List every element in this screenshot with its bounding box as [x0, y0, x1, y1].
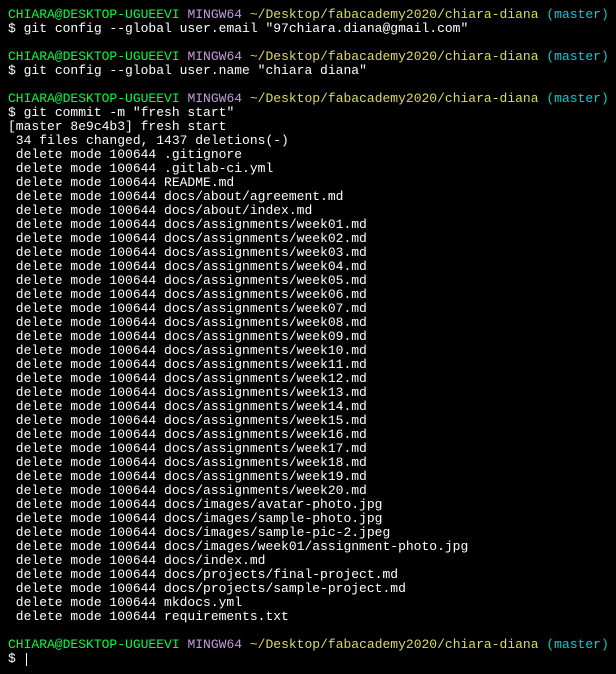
delete-mode-line: delete mode 100644 docs/assignments/week… [8, 218, 608, 232]
commit-result: [master 8e9c4b3] fresh start [8, 120, 608, 134]
delete-mode-line: delete mode 100644 .gitignore [8, 148, 608, 162]
command-text: git config --global user.email "97chiara… [24, 21, 469, 36]
delete-mode-line: delete mode 100644 docs/assignments/week… [8, 386, 608, 400]
delete-mode-line: delete mode 100644 docs/assignments/week… [8, 260, 608, 274]
command-line-3[interactable]: $ git commit -m "fresh start" [8, 106, 608, 120]
command-line-1[interactable]: $ git config --global user.email "97chia… [8, 22, 608, 36]
delete-mode-line: delete mode 100644 docs/assignments/week… [8, 316, 608, 330]
terminal-output: CHIARA@DESKTOP-UGUEEVI MINGW64 ~/Desktop… [8, 8, 608, 666]
command-line-2[interactable]: $ git config --global user.name "chiara … [8, 64, 608, 78]
delete-mode-line: delete mode 100644 docs/assignments/week… [8, 456, 608, 470]
delete-mode-line: delete mode 100644 docs/assignments/week… [8, 358, 608, 372]
commit-summary: 34 files changed, 1437 deletions(-) [8, 134, 608, 148]
delete-mode-line: delete mode 100644 docs/projects/sample-… [8, 582, 608, 596]
delete-mode-line: delete mode 100644 requirements.txt [8, 610, 608, 624]
prompt-line-4: CHIARA@DESKTOP-UGUEEVI MINGW64 ~/Desktop… [8, 638, 608, 652]
delete-mode-line: delete mode 100644 docs/assignments/week… [8, 484, 608, 498]
delete-mode-line: delete mode 100644 docs/images/sample-pi… [8, 526, 608, 540]
delete-mode-line: delete mode 100644 docs/assignments/week… [8, 470, 608, 484]
delete-mode-line: delete mode 100644 docs/assignments/week… [8, 372, 608, 386]
prompt-line-3: CHIARA@DESKTOP-UGUEEVI MINGW64 ~/Desktop… [8, 92, 608, 106]
command-line-active[interactable]: $ [8, 652, 608, 666]
delete-mode-line: delete mode 100644 docs/images/week01/as… [8, 540, 608, 554]
delete-mode-line: delete mode 100644 docs/projects/final-p… [8, 568, 608, 582]
delete-mode-line: delete mode 100644 docs/assignments/week… [8, 428, 608, 442]
delete-mode-line: delete mode 100644 README.md [8, 176, 608, 190]
delete-mode-line: delete mode 100644 docs/assignments/week… [8, 274, 608, 288]
delete-mode-line: delete mode 100644 docs/index.md [8, 554, 608, 568]
prompt-branch: master [554, 7, 601, 22]
blank-line [8, 624, 608, 638]
delete-mode-line: delete mode 100644 docs/assignments/week… [8, 330, 608, 344]
delete-mode-line: delete mode 100644 docs/about/agreement.… [8, 190, 608, 204]
blank-line [8, 36, 608, 50]
delete-mode-line: delete mode 100644 docs/assignments/week… [8, 442, 608, 456]
prompt-sys: MINGW64 [180, 7, 242, 22]
delete-mode-line: delete mode 100644 docs/assignments/week… [8, 344, 608, 358]
delete-mode-line: delete mode 100644 mkdocs.yml [8, 596, 608, 610]
delete-mode-line: delete mode 100644 docs/assignments/week… [8, 302, 608, 316]
prompt-line-1: CHIARA@DESKTOP-UGUEEVI MINGW64 ~/Desktop… [8, 8, 608, 22]
delete-mode-line: delete mode 100644 docs/assignments/week… [8, 400, 608, 414]
prompt-line-2: CHIARA@DESKTOP-UGUEEVI MINGW64 ~/Desktop… [8, 50, 608, 64]
delete-mode-line: delete mode 100644 docs/assignments/week… [8, 414, 608, 428]
blank-line [8, 78, 608, 92]
delete-mode-line: delete mode 100644 docs/assignments/week… [8, 232, 608, 246]
prompt-path: ~/Desktop/fabacademy2020/chiara-diana [250, 7, 539, 22]
delete-mode-line: delete mode 100644 docs/images/sample-ph… [8, 512, 608, 526]
delete-mode-line: delete mode 100644 docs/images/avatar-ph… [8, 498, 608, 512]
delete-mode-line: delete mode 100644 docs/assignments/week… [8, 246, 608, 260]
delete-mode-line: delete mode 100644 .gitlab-ci.yml [8, 162, 608, 176]
cursor [26, 653, 27, 666]
delete-mode-line: delete mode 100644 docs/assignments/week… [8, 288, 608, 302]
dollar-sign: $ [8, 21, 24, 36]
prompt-user: CHIARA@DESKTOP-UGUEEVI [8, 7, 180, 22]
delete-mode-line: delete mode 100644 docs/about/index.md [8, 204, 608, 218]
